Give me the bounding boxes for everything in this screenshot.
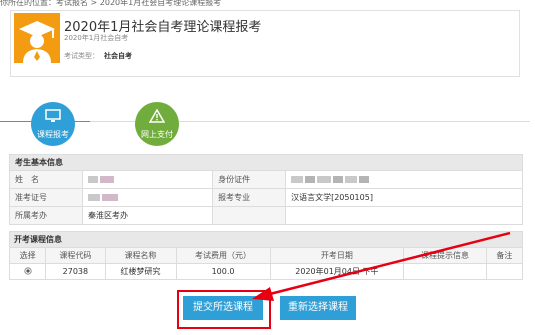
id-value-redacted [285,170,523,189]
major-value: 汉语言文学[2050105] [285,188,523,207]
exam-number-label: 准考证号 [9,188,83,207]
course-name: 红楼梦研究 [104,263,177,280]
office-label: 所属考办 [9,206,83,225]
graduate-avatar [14,13,60,63]
step-online-payment[interactable]: 网上支付 [135,102,179,146]
id-label: 身份证件 [212,170,287,189]
step-course-registration[interactable]: 课程报考 [31,102,75,146]
candidate-info-table: 考生基本信息 姓 名 身份证件 准考证号 报考专业 汉语言文学[2050105]… [9,154,523,225]
radio-selected-icon[interactable] [23,266,32,275]
office-value: 秦淮区考办 [81,206,214,225]
breadcrumb: 你所在的位置：考试报名 > 2020年1月社会自考理论课程报考 [0,0,222,7]
exam-type-value: 社会自考 [104,52,132,60]
empty-value [285,206,523,225]
red-arrow-annotation [252,231,511,301]
col-code: 课程代码 [45,247,106,264]
step-label: 课程报考 [37,130,69,139]
col-select: 选择 [8,247,47,264]
warning-icon [149,109,165,123]
name-value-redacted [81,170,214,189]
step-label: 网上支付 [141,130,173,139]
exam-number-redacted [81,188,214,207]
name-label: 姓 名 [9,170,83,189]
exam-session: 2020年1月社会自考 [64,34,129,42]
monitor-icon [45,109,61,122]
empty-label [212,206,287,225]
candidate-info-heading: 考生基本信息 [9,154,523,171]
exam-type-label: 考试类型： [64,52,99,60]
course-select-cell[interactable] [8,263,47,280]
course-code: 27038 [45,263,106,280]
col-name: 课程名称 [104,247,177,264]
major-label: 报考专业 [212,188,287,207]
graduate-icon [19,21,55,63]
